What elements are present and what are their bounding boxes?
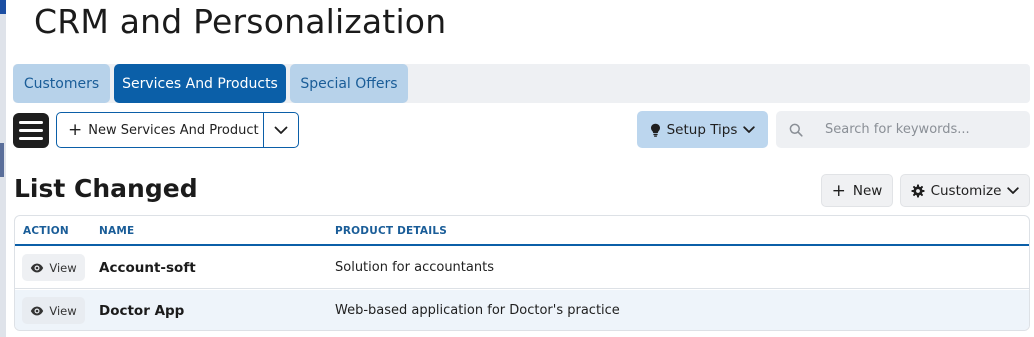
chevron-down-icon	[1007, 186, 1020, 194]
search-icon	[776, 123, 816, 137]
column-header-action[interactable]: ACTION	[23, 225, 69, 237]
column-header-product-details[interactable]: PRODUCT DETAILS	[335, 225, 447, 237]
plus-icon: +	[68, 120, 83, 140]
tab-customers[interactable]: Customers	[13, 64, 110, 103]
plus-icon: +	[831, 180, 846, 201]
new-services-dropdown-button[interactable]	[264, 113, 298, 147]
view-button[interactable]: View	[22, 254, 85, 281]
chevron-down-icon	[743, 125, 756, 133]
tab-special-offers[interactable]: Special Offers	[290, 64, 408, 103]
table-header: ACTION NAME PRODUCT DETAILS	[15, 216, 1029, 246]
new-button[interactable]: + New	[821, 174, 893, 207]
search-input[interactable]	[816, 122, 1030, 137]
tab-services-and-products[interactable]: Services And Products	[114, 64, 286, 103]
new-button-label: New	[852, 182, 883, 199]
view-button-label: View	[49, 303, 77, 318]
setup-tips-label: Setup Tips	[666, 121, 738, 138]
table-row: View Doctor App Web-based application fo…	[15, 290, 1029, 330]
page-title: CRM and Personalization	[34, 2, 447, 41]
lightbulb-icon	[650, 123, 660, 137]
search-box	[776, 111, 1030, 148]
eye-icon	[31, 306, 44, 315]
product-name: Account-soft	[99, 260, 196, 276]
column-header-name[interactable]: NAME	[99, 225, 134, 237]
product-details: Web-based application for Doctor's pract…	[335, 303, 620, 318]
eye-icon	[31, 263, 44, 272]
window-edge-top	[0, 0, 6, 14]
table-row: View Account-soft Solution for accountan…	[15, 247, 1029, 289]
chevron-down-icon	[274, 126, 288, 134]
hamburger-icon[interactable]	[13, 113, 49, 148]
setup-tips-button[interactable]: Setup Tips	[637, 111, 768, 148]
new-services-split-button: + New Services And Product	[56, 112, 299, 148]
product-details: Solution for accountants	[335, 260, 494, 275]
products-table: ACTION NAME PRODUCT DETAILS View Account…	[14, 215, 1030, 331]
product-name: Doctor App	[99, 303, 185, 319]
gear-icon	[911, 184, 925, 197]
customize-button-label: Customize	[930, 182, 1002, 199]
customize-button[interactable]: Customize	[900, 174, 1030, 207]
window-edge-accent	[0, 143, 4, 177]
view-button-label: View	[49, 260, 77, 275]
list-title: List Changed	[14, 174, 198, 203]
tab-bar: Customers Services And Products Special …	[13, 64, 1030, 103]
view-button[interactable]: View	[22, 297, 85, 324]
new-services-button-label: New Services And Product	[88, 122, 259, 138]
new-services-button[interactable]: + New Services And Product	[57, 113, 264, 147]
